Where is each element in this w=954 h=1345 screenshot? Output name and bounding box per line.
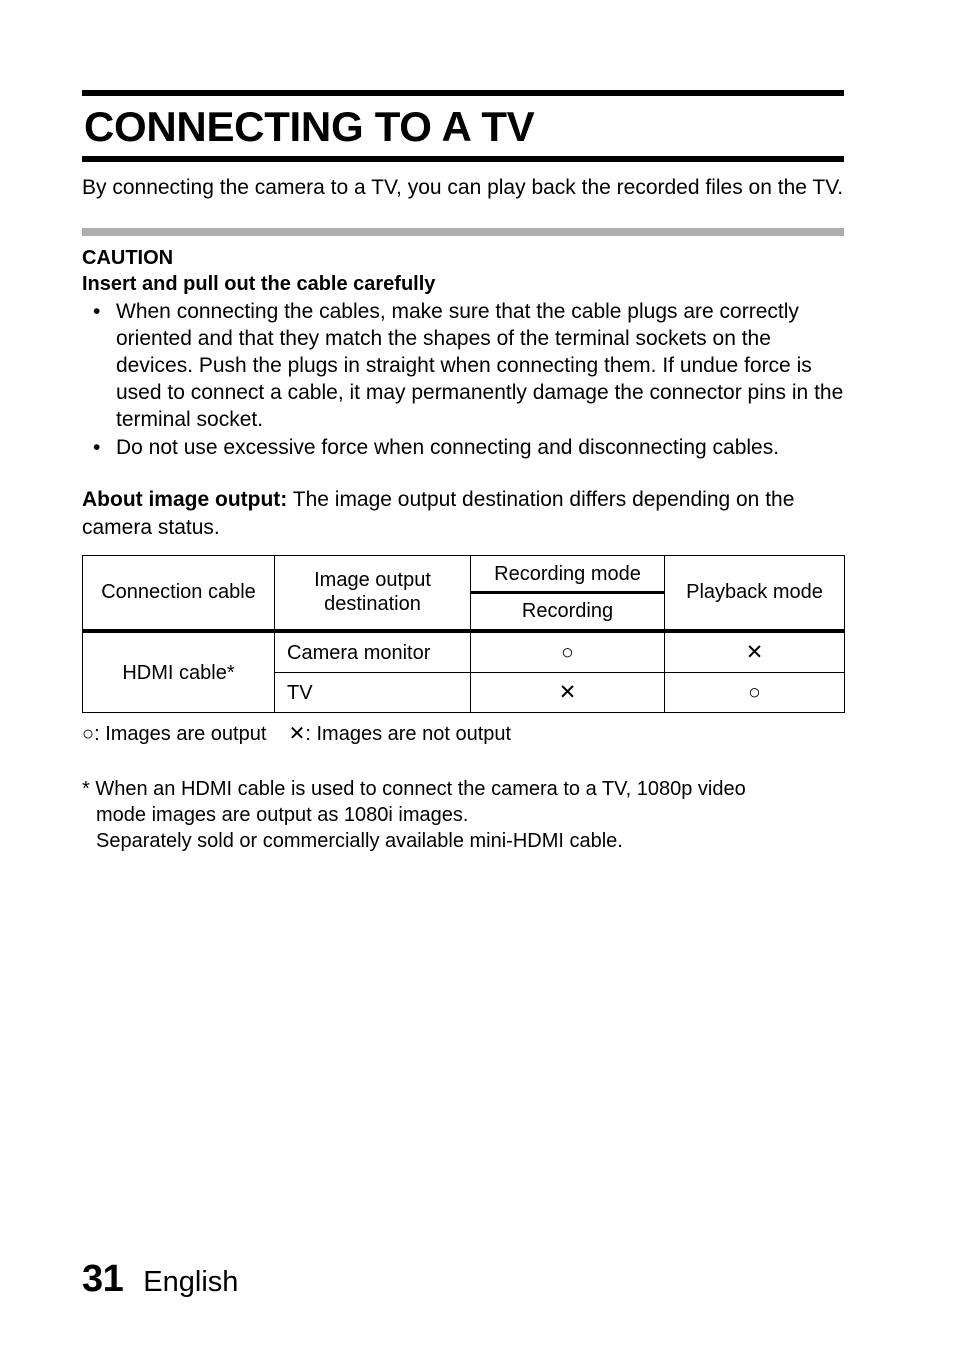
title-rule-bottom [82,156,844,162]
circle-icon: ○ [748,681,761,705]
about-image-output-paragraph: About image output: The image output des… [82,486,844,541]
section-separator-bar [82,228,844,237]
table-header-recording-mode: Recording mode Recording [470,554,665,632]
language-label: English [143,1266,239,1298]
cross-icon: ✕ [558,681,577,705]
table-header-connection-cable-label: Connection cable [101,581,256,604]
footnote: * When an HDMI cable is used to connect … [82,776,844,854]
table-cell-recording-mark: ○ [470,628,665,674]
page-title: CONNECTING TO A TV [84,103,535,150]
list-item: • Do not use excessive force when connec… [91,435,844,462]
table-header-image-output-destination: Image output destination [274,554,471,632]
page-number: 31 [82,1258,124,1300]
cross-icon: ✕ [745,640,764,664]
table-header-connection-cable: Connection cable [82,554,275,632]
intro-paragraph: By connecting the camera to a TV, you ca… [82,176,844,199]
bullet-marker-icon: • [93,300,101,324]
footnote-line-1: * When an HDMI cable is used to connect … [82,778,746,801]
list-item-text: When connecting the cables, make sure th… [116,300,844,431]
table-header-playback-mode: Playback mode [664,554,845,632]
table-cell-destination: TV [274,672,471,714]
table-header-row: Connection cable Image output destinatio… [82,554,845,632]
table-cell-destination-label: Camera monitor [287,641,431,664]
circle-icon: ○ [561,640,574,664]
list-item: • When connecting the cables, make sure … [91,299,844,433]
caution-heading: CAUTION [82,247,174,270]
document-page: CONNECTING TO A TV By connecting the cam… [0,0,954,1345]
table-row: HDMI cable* Camera monitor ○ ✕ [82,628,845,714]
table-legend: ○: Images are output ✕: Images are not o… [82,723,512,746]
table-header-playback-mode-label: Playback mode [686,581,823,604]
list-item-text: Do not use excessive force when connecti… [116,436,780,460]
page-footer: 31 English [82,1258,238,1301]
footnote-line-2: mode images are output as 1080i images. [96,804,469,827]
table-header-recording-mode-label: Recording mode [471,556,664,594]
table-cell-destination-label: TV [287,681,313,704]
caution-bullet-list: • When connecting the cables, make sure … [82,299,844,462]
table-cell-cable: HDMI cable* [82,628,275,714]
table-cell-recording-mark: ✕ [470,672,665,714]
table-cell-destination: Camera monitor [274,628,471,674]
table-cell-playback-mark: ○ [664,672,845,714]
table-cell-playback-mark: ✕ [664,628,845,674]
bullet-marker-icon: • [93,436,101,460]
about-image-output-label: About image output: [82,488,288,512]
footnote-line-3: Separately sold or commercially availabl… [96,830,623,853]
caution-subheading: Insert and pull out the cable carefully [82,272,436,295]
image-output-table: Connection cable Image output destinatio… [82,554,845,714]
page-content: CONNECTING TO A TV By connecting the cam… [82,0,845,854]
table-header-image-output-destination-label: Image output destination [314,569,431,616]
table-cell-cable-label: HDMI cable* [122,661,235,684]
table-header-recording-label: Recording [521,599,614,622]
